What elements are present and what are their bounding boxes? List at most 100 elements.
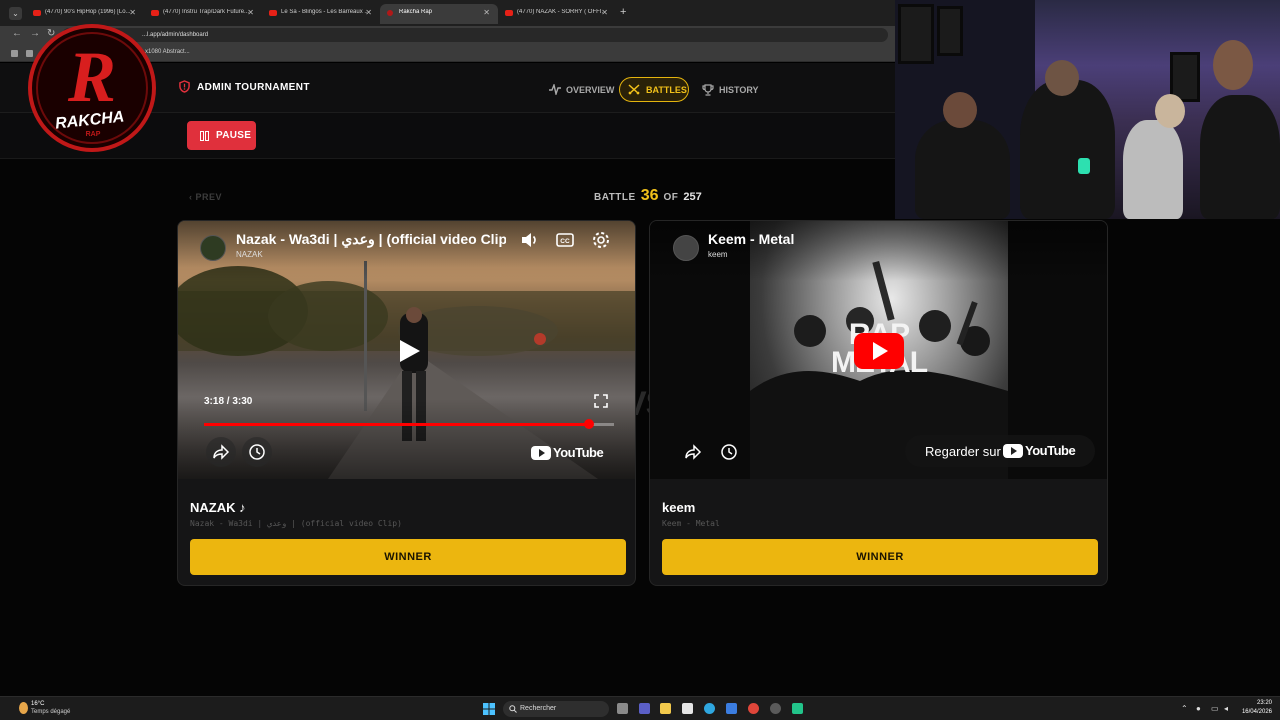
- person-silhouette: [1020, 80, 1115, 219]
- fullscreen-icon[interactable]: [593, 393, 609, 409]
- video-progress-fill: [204, 423, 590, 426]
- tab-label: BATTLES: [646, 85, 687, 95]
- browser-tab[interactable]: (4770) Instru Trap/Dark Future... ✕: [144, 4, 262, 24]
- search-placeholder: Rechercher: [520, 705, 557, 712]
- microphone-tray-icon[interactable]: ●: [1196, 704, 1201, 713]
- video-channel-name[interactable]: NAZAK: [236, 250, 263, 259]
- edge-icon[interactable]: [704, 703, 715, 714]
- youtube-favicon-icon: [151, 10, 159, 16]
- file-explorer-icon[interactable]: [660, 703, 671, 714]
- svg-text:RAP: RAP: [86, 131, 101, 138]
- pause-button[interactable]: PAUSE: [187, 121, 256, 150]
- video-title[interactable]: Nazak - Wa3di | وعدي | (official video C…: [236, 231, 506, 248]
- browser-tab[interactable]: Le Sa - Blingos - Les Barreaux ... ✕: [262, 4, 380, 24]
- tab-history[interactable]: HISTORY: [702, 77, 762, 102]
- prev-battle-link[interactable]: ‹ PREV: [189, 192, 222, 202]
- watch-on-youtube-button[interactable]: Regarder sur YouTube: [905, 435, 1095, 467]
- browser-tab[interactable]: (4770) 90's HipHop (1996) [Lo... ✕: [26, 4, 144, 24]
- weather-temperature[interactable]: 16°C: [31, 701, 44, 707]
- network-icon[interactable]: ▭: [1211, 704, 1219, 713]
- close-tab-icon[interactable]: ✕: [365, 8, 372, 17]
- pause-icon: [200, 131, 209, 141]
- subtitles-icon[interactable]: CC: [555, 230, 575, 250]
- task-view-icon[interactable]: [617, 703, 628, 714]
- teams-icon[interactable]: [639, 703, 650, 714]
- video-title[interactable]: Keem - Metal: [708, 231, 794, 247]
- settings-gear-icon[interactable]: [591, 230, 611, 250]
- card-track-title: Nazak - Wa3di | وعدي | (official video C…: [190, 519, 402, 528]
- channel-avatar[interactable]: [673, 235, 699, 261]
- share-button[interactable]: [678, 437, 708, 467]
- watch-on-label: Regarder sur: [925, 444, 1001, 459]
- app-icon[interactable]: [792, 703, 803, 714]
- apps-icon[interactable]: [11, 50, 18, 57]
- tab-title: (4770) 90's HipHop (1996) [Lo...: [45, 9, 131, 15]
- clock-icon: [249, 444, 265, 460]
- tab-label: HISTORY: [719, 85, 759, 95]
- youtube-favicon-icon: [505, 10, 513, 16]
- person-head: [943, 92, 977, 128]
- share-button[interactable]: [206, 437, 236, 467]
- tab-title: Le Sa - Blingos - Les Barreaux ...: [281, 9, 367, 15]
- youtube-logo[interactable]: YouTube: [531, 444, 611, 462]
- youtube-play-button-icon[interactable]: [854, 333, 904, 369]
- battle-total-number: 257: [683, 191, 702, 203]
- volume-tray-icon[interactable]: ◂: [1224, 704, 1228, 713]
- youtube-player-right[interactable]: RAP METAL Keem - Metal keem Regarder sur…: [650, 221, 1107, 479]
- app-icon[interactable]: [770, 703, 781, 714]
- taskbar-search[interactable]: Rechercher: [503, 701, 609, 717]
- back-arrow-icon[interactable]: ←: [12, 28, 22, 39]
- weather-description[interactable]: Temps dégagé: [31, 709, 70, 715]
- youtube-play-icon: [531, 446, 551, 460]
- new-tab-plus-icon[interactable]: +: [620, 6, 626, 18]
- windows-start-icon[interactable]: [483, 703, 495, 715]
- clock-time[interactable]: 23:20: [1240, 700, 1272, 706]
- of-word: OF: [663, 192, 679, 203]
- tab-list-chevron-icon[interactable]: ⌄: [9, 7, 22, 20]
- app-icon[interactable]: [726, 703, 737, 714]
- card-artist-name: NAZAK ♪: [190, 500, 246, 515]
- play-icon[interactable]: [388, 336, 428, 366]
- search-icon: [509, 705, 517, 713]
- close-tab-icon[interactable]: ✕: [129, 8, 136, 17]
- youtube-logo: YouTube: [1003, 442, 1083, 460]
- channel-avatar[interactable]: [200, 235, 226, 261]
- tab-title: (4770) Instru Trap/Dark Future...: [163, 9, 249, 15]
- microphone: [1078, 158, 1090, 174]
- bottom-gradient: [178, 399, 635, 479]
- activity-icon: [549, 84, 561, 95]
- tab-battles[interactable]: BATTLES: [619, 77, 689, 102]
- svg-text:R: R: [67, 37, 116, 117]
- shield-icon: [179, 80, 190, 93]
- tab-overview[interactable]: OVERVIEW: [549, 77, 615, 102]
- person-silhouette: [915, 120, 1010, 219]
- person-head: [1213, 40, 1253, 90]
- person-head: [1045, 60, 1079, 96]
- rakcha-favicon-icon: [387, 10, 393, 16]
- winner-button-right[interactable]: WINNER: [662, 539, 1098, 575]
- watch-later-button[interactable]: [714, 437, 744, 467]
- person-silhouette: [1123, 120, 1183, 219]
- volume-icon[interactable]: [519, 230, 539, 250]
- video-channel-name[interactable]: keem: [708, 250, 728, 259]
- close-tab-icon[interactable]: ✕: [483, 8, 490, 17]
- winner-button-left[interactable]: WINNER: [190, 539, 626, 575]
- youtube-player-left[interactable]: Nazak - Wa3di | وعدي | (official video C…: [178, 221, 635, 479]
- share-icon: [213, 444, 230, 460]
- tray-chevron-icon[interactable]: ⌃: [1181, 704, 1188, 713]
- weather-icon[interactable]: [19, 702, 28, 714]
- browser-tab-active[interactable]: Rakcha Rap ✕: [380, 4, 498, 24]
- video-progress-bar[interactable]: [204, 419, 614, 429]
- url-input[interactable]: ...l.app/admin/dashboard: [62, 28, 888, 42]
- chrome-icon[interactable]: [748, 703, 759, 714]
- store-icon[interactable]: [682, 703, 693, 714]
- close-tab-icon[interactable]: ✕: [247, 8, 254, 17]
- webcam-overlay: [895, 0, 1280, 219]
- watch-later-button[interactable]: [242, 437, 272, 467]
- windows-taskbar: 16°C Temps dégagé Rechercher ⌃ ● ▭ ◂ 23:…: [0, 696, 1280, 720]
- clock-date[interactable]: 16/04/2026: [1236, 709, 1272, 715]
- video-timecode: 3:18 / 3:30: [204, 396, 253, 407]
- youtube-play-icon: [1003, 444, 1023, 458]
- close-tab-icon[interactable]: ✕: [601, 8, 608, 17]
- browser-tab[interactable]: (4770) NAZAK - SORRY ( OFFI... ✕: [498, 4, 616, 24]
